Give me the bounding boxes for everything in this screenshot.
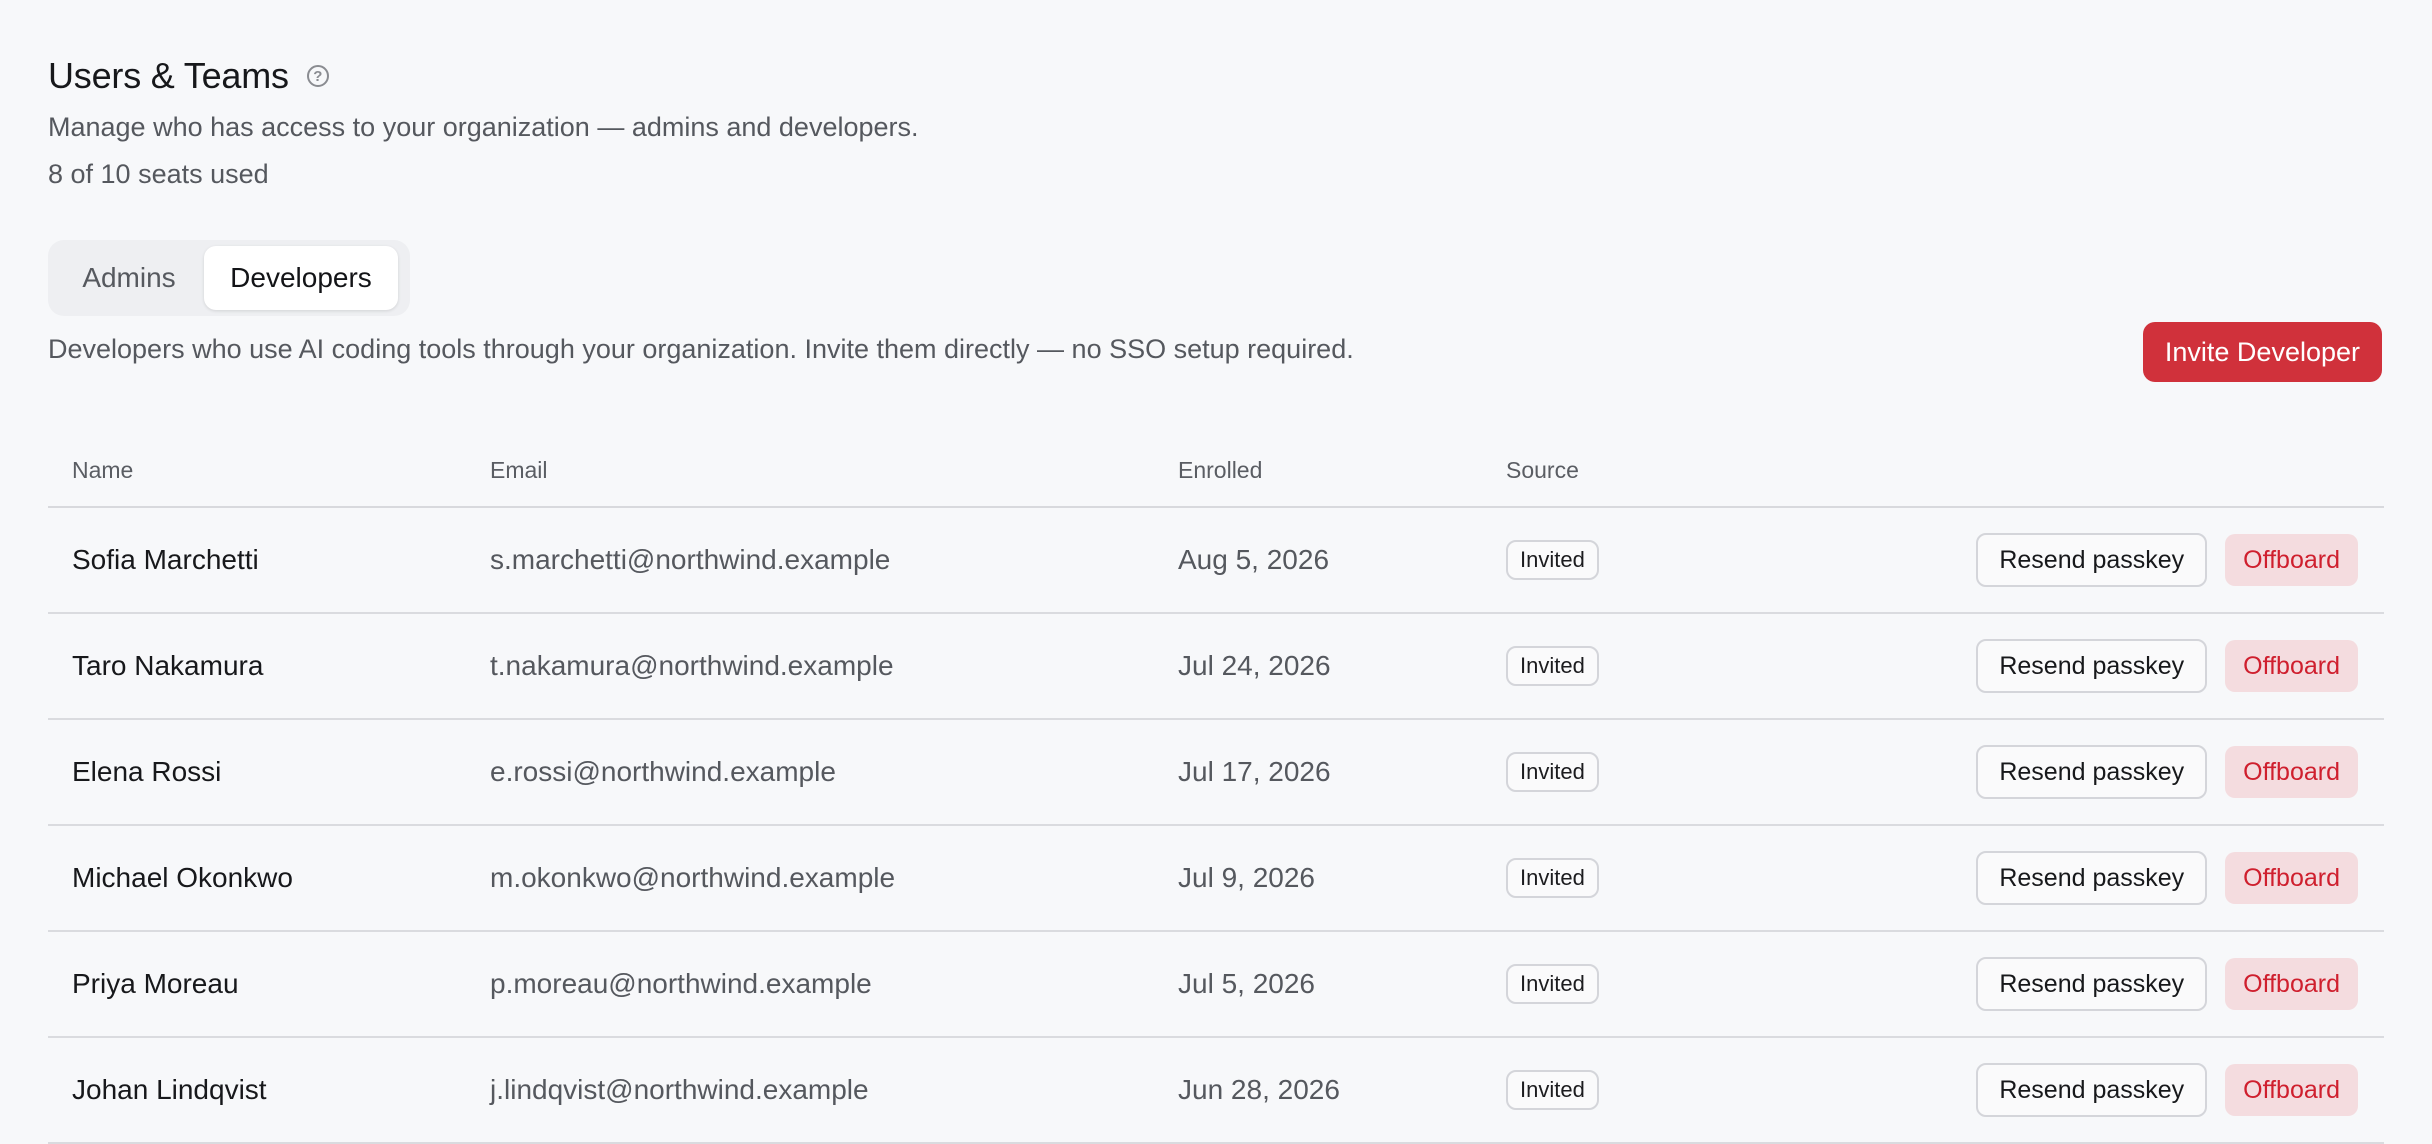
table-row: Priya Moreau p.moreau@northwind.example … bbox=[48, 932, 2384, 1038]
developers-description: Developers who use AI coding tools throu… bbox=[48, 334, 1354, 364]
developer-email: p.moreau@northwind.example bbox=[490, 968, 872, 999]
developer-name: Priya Moreau bbox=[72, 968, 239, 999]
source-cell: Invited bbox=[1506, 1070, 1599, 1110]
column-header-name[interactable]: Name bbox=[72, 457, 133, 484]
offboard-button[interactable]: Offboard bbox=[2225, 746, 2358, 798]
enrolled-date: Aug 5, 2026 bbox=[1178, 544, 1330, 575]
developer-email: m.okonkwo@northwind.example bbox=[490, 862, 896, 893]
source-badge: Invited bbox=[1506, 858, 1599, 898]
row-actions: Resend passkey Offboard bbox=[1976, 851, 2358, 905]
page-title: Users & Teams bbox=[48, 55, 289, 96]
source-badge: Invited bbox=[1506, 752, 1599, 792]
developer-name: Taro Nakamura bbox=[72, 650, 264, 681]
source-badge: Invited bbox=[1506, 1070, 1599, 1110]
developer-name: Sofia Marchetti bbox=[72, 544, 259, 575]
developer-name: Michael Okonkwo bbox=[72, 862, 293, 893]
developer-email: s.marchetti@northwind.example bbox=[490, 544, 891, 575]
table-row: Elena Rossi e.rossi@northwind.example Ju… bbox=[48, 720, 2384, 826]
page-header: Users & Teams ? Manage who has access to… bbox=[48, 48, 919, 190]
table-header: Name Email Enrolled Source bbox=[48, 434, 2384, 508]
resend-passkey-button[interactable]: Resend passkey bbox=[1976, 851, 2208, 905]
row-actions: Resend passkey Offboard bbox=[1976, 957, 2358, 1011]
enrolled-date: Jul 9, 2026 bbox=[1178, 862, 1315, 893]
tab-admins[interactable]: Admins bbox=[54, 246, 204, 310]
offboard-button[interactable]: Offboard bbox=[2225, 640, 2358, 692]
tab-developers[interactable]: Developers bbox=[204, 246, 398, 310]
column-header-email[interactable]: Email bbox=[490, 457, 548, 484]
source-cell: Invited bbox=[1506, 964, 1599, 1004]
row-actions: Resend passkey Offboard bbox=[1976, 639, 2358, 693]
developer-name: Johan Lindqvist bbox=[72, 1074, 267, 1105]
table-row: Sofia Marchetti s.marchetti@northwind.ex… bbox=[48, 508, 2384, 614]
enrolled-date: Jul 5, 2026 bbox=[1178, 968, 1315, 999]
offboard-button[interactable]: Offboard bbox=[2225, 1064, 2358, 1116]
source-cell: Invited bbox=[1506, 858, 1599, 898]
enrolled-date: Jun 28, 2026 bbox=[1178, 1074, 1340, 1105]
invite-developer-button[interactable]: Invite Developer bbox=[2142, 322, 2382, 382]
enrolled-date: Jul 24, 2026 bbox=[1178, 650, 1331, 681]
resend-passkey-button[interactable]: Resend passkey bbox=[1976, 745, 2208, 799]
title-row: Users & Teams ? bbox=[48, 48, 919, 104]
source-cell: Invited bbox=[1506, 646, 1599, 686]
resend-passkey-button[interactable]: Resend passkey bbox=[1976, 957, 2208, 1011]
offboard-button[interactable]: Offboard bbox=[2225, 958, 2358, 1010]
offboard-button[interactable]: Offboard bbox=[2225, 534, 2358, 586]
help-icon[interactable]: ? bbox=[306, 65, 329, 87]
enrolled-date: Jul 17, 2026 bbox=[1178, 756, 1331, 787]
column-header-enrolled[interactable]: Enrolled bbox=[1178, 457, 1262, 484]
developer-email: e.rossi@northwind.example bbox=[490, 756, 836, 787]
table-row: Johan Lindqvist j.lindqvist@northwind.ex… bbox=[48, 1038, 2384, 1144]
source-badge: Invited bbox=[1506, 540, 1599, 580]
source-cell: Invited bbox=[1506, 540, 1599, 580]
page-subtitle: Manage who has access to your organizati… bbox=[48, 112, 919, 142]
users-teams-page: Users & Teams ? Manage who has access to… bbox=[0, 0, 2432, 1144]
source-cell: Invited bbox=[1506, 752, 1599, 792]
source-badge: Invited bbox=[1506, 964, 1599, 1004]
offboard-button[interactable]: Offboard bbox=[2225, 852, 2358, 904]
role-tabs: Admins Developers bbox=[48, 240, 410, 316]
column-header-source[interactable]: Source bbox=[1506, 457, 1579, 484]
developer-email: t.nakamura@northwind.example bbox=[490, 650, 894, 681]
row-actions: Resend passkey Offboard bbox=[1976, 1063, 2358, 1117]
resend-passkey-button[interactable]: Resend passkey bbox=[1976, 533, 2208, 587]
source-badge: Invited bbox=[1506, 646, 1599, 686]
resend-passkey-button[interactable]: Resend passkey bbox=[1976, 639, 2208, 693]
developers-table: Name Email Enrolled Source Sofia Marchet… bbox=[48, 434, 2384, 1144]
row-actions: Resend passkey Offboard bbox=[1976, 533, 2358, 587]
resend-passkey-button[interactable]: Resend passkey bbox=[1976, 1063, 2208, 1117]
table-row: Michael Okonkwo m.okonkwo@northwind.exam… bbox=[48, 826, 2384, 932]
seats-used-text: 8 of 10 seats used bbox=[48, 159, 269, 189]
row-actions: Resend passkey Offboard bbox=[1976, 745, 2358, 799]
developer-name: Elena Rossi bbox=[72, 756, 222, 787]
table-row: Taro Nakamura t.nakamura@northwind.examp… bbox=[48, 614, 2384, 720]
developer-email: j.lindqvist@northwind.example bbox=[490, 1074, 869, 1105]
